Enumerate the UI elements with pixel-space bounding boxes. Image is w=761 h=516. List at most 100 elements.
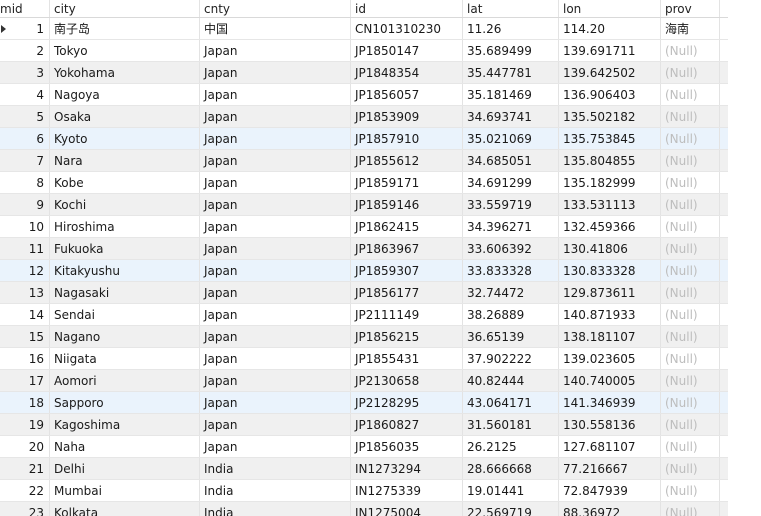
table-row[interactable]: 21 Delhi India IN1273294 28.666668 77.216667(… bbox=[0, 458, 728, 480]
cell-id[interactable]: JP1856177 bbox=[351, 282, 463, 303]
cell-city[interactable]: Kyoto bbox=[50, 128, 200, 149]
cell-lon[interactable]: 138.181107 bbox=[559, 326, 661, 347]
cell-id[interactable]: IN1273294 bbox=[351, 458, 463, 479]
cell-mid[interactable]: 9 bbox=[0, 194, 50, 215]
cell-prov[interactable]: (Null) bbox=[661, 172, 720, 193]
table-row[interactable]: 16 Niigata Japan JP1855431 37.902222 139.0236… bbox=[0, 348, 728, 370]
cell-mid[interactable]: 17 bbox=[0, 370, 50, 391]
cell-mid[interactable]: 7 bbox=[0, 150, 50, 171]
cell-lon[interactable]: 129.873611 bbox=[559, 282, 661, 303]
cell-prov[interactable]: (Null) bbox=[661, 414, 720, 435]
column-header-id[interactable]: id bbox=[351, 0, 463, 17]
cell-lat[interactable]: 11.26 bbox=[463, 18, 559, 39]
cell-cnty[interactable]: India bbox=[200, 480, 351, 501]
cell-id[interactable]: JP1856057 bbox=[351, 84, 463, 105]
cell-city[interactable]: 南子岛 bbox=[50, 18, 200, 39]
cell-cnty[interactable]: Japan bbox=[200, 282, 351, 303]
cell-city[interactable]: Sendai bbox=[50, 304, 200, 325]
table-row[interactable]: 18 Sapporo Japan JP2128295 43.064171 141.3469… bbox=[0, 392, 728, 414]
cell-prov[interactable]: (Null) bbox=[661, 458, 720, 479]
table-row[interactable]: 17 Aomori Japan JP2130658 40.82444 140.740005… bbox=[0, 370, 728, 392]
cell-lon[interactable]: 130.41806 bbox=[559, 238, 661, 259]
cell-prov[interactable]: (Null) bbox=[661, 194, 720, 215]
cell-mid[interactable]: 1 bbox=[0, 18, 50, 39]
table-row[interactable]: 23 Kolkata India IN1275004 22.569719 88.36972… bbox=[0, 502, 728, 516]
cell-city[interactable]: Yokohama bbox=[50, 62, 200, 83]
cell-cnty[interactable]: Japan bbox=[200, 216, 351, 237]
cell-mid[interactable]: 16 bbox=[0, 348, 50, 369]
cell-city[interactable]: Hiroshima bbox=[50, 216, 200, 237]
cell-lon[interactable]: 135.804855 bbox=[559, 150, 661, 171]
cell-lat[interactable]: 33.606392 bbox=[463, 238, 559, 259]
cell-cnty[interactable]: Japan bbox=[200, 348, 351, 369]
cell-mid[interactable]: 2 bbox=[0, 40, 50, 61]
cell-prov[interactable]: (Null) bbox=[661, 304, 720, 325]
table-row[interactable]: 1 南子岛 中国 CN101310230 11.26 114.20 海南 bbox=[0, 18, 728, 40]
cell-prov[interactable]: (Null) bbox=[661, 348, 720, 369]
cell-lon[interactable]: 135.182999 bbox=[559, 172, 661, 193]
cell-city[interactable]: Osaka bbox=[50, 106, 200, 127]
cell-lon[interactable]: 77.216667 bbox=[559, 458, 661, 479]
cell-id[interactable]: JP1860827 bbox=[351, 414, 463, 435]
cell-prov[interactable]: (Null) bbox=[661, 260, 720, 281]
cell-mid[interactable]: 18 bbox=[0, 392, 50, 413]
cell-id[interactable]: JP1862415 bbox=[351, 216, 463, 237]
cell-prov[interactable]: (Null) bbox=[661, 238, 720, 259]
cell-city[interactable]: Naha bbox=[50, 436, 200, 457]
table-row[interactable]: 11 Fukuoka Japan JP1863967 33.606392 130.4180… bbox=[0, 238, 728, 260]
cell-id[interactable]: CN101310230 bbox=[351, 18, 463, 39]
cell-city[interactable]: Fukuoka bbox=[50, 238, 200, 259]
cell-prov[interactable]: (Null) bbox=[661, 106, 720, 127]
cell-prov[interactable]: (Null) bbox=[661, 84, 720, 105]
cell-lat[interactable]: 33.559719 bbox=[463, 194, 559, 215]
column-header-mid[interactable]: mid bbox=[0, 0, 50, 17]
cell-id[interactable]: JP1857910 bbox=[351, 128, 463, 149]
cell-mid[interactable]: 12 bbox=[0, 260, 50, 281]
cell-cnty[interactable]: Japan bbox=[200, 370, 351, 391]
cell-lon[interactable]: 127.681107 bbox=[559, 436, 661, 457]
cell-mid[interactable]: 21 bbox=[0, 458, 50, 479]
cell-prov[interactable]: (Null) bbox=[661, 62, 720, 83]
cell-lat[interactable]: 22.569719 bbox=[463, 502, 559, 516]
cell-lon[interactable]: 139.642502 bbox=[559, 62, 661, 83]
cell-mid[interactable]: 13 bbox=[0, 282, 50, 303]
cell-mid[interactable]: 20 bbox=[0, 436, 50, 457]
cell-city[interactable]: Tokyo bbox=[50, 40, 200, 61]
cell-mid[interactable]: 10 bbox=[0, 216, 50, 237]
table-row[interactable]: 10 Hiroshima Japan JP1862415 34.396271 132.45… bbox=[0, 216, 728, 238]
table-row[interactable]: 6 Kyoto Japan JP1857910 35.021069 135.753845(… bbox=[0, 128, 728, 150]
cell-cnty[interactable]: Japan bbox=[200, 40, 351, 61]
cell-id[interactable]: JP1853909 bbox=[351, 106, 463, 127]
cell-cnty[interactable]: Japan bbox=[200, 414, 351, 435]
column-header-cnty[interactable]: cnty bbox=[200, 0, 351, 17]
cell-lon[interactable]: 135.753845 bbox=[559, 128, 661, 149]
cell-lat[interactable]: 35.021069 bbox=[463, 128, 559, 149]
column-header-lat[interactable]: lat bbox=[463, 0, 559, 17]
cell-id[interactable]: JP1859171 bbox=[351, 172, 463, 193]
cell-city[interactable]: Kochi bbox=[50, 194, 200, 215]
table-row[interactable]: 19 Kagoshima Japan JP1860827 31.560181 130.55… bbox=[0, 414, 728, 436]
cell-lat[interactable]: 28.666668 bbox=[463, 458, 559, 479]
column-header-city[interactable]: city bbox=[50, 0, 200, 17]
cell-id[interactable]: JP1850147 bbox=[351, 40, 463, 61]
cell-lon[interactable]: 88.36972 bbox=[559, 502, 661, 516]
cell-cnty[interactable]: Japan bbox=[200, 436, 351, 457]
cell-city[interactable]: Nagoya bbox=[50, 84, 200, 105]
cell-mid[interactable]: 22 bbox=[0, 480, 50, 501]
cell-city[interactable]: Delhi bbox=[50, 458, 200, 479]
cell-city[interactable]: Kobe bbox=[50, 172, 200, 193]
cell-lat[interactable]: 40.82444 bbox=[463, 370, 559, 391]
table-row[interactable]: 20 Naha Japan JP1856035 26.2125 127.681107 (Nu… bbox=[0, 436, 728, 458]
cell-mid[interactable]: 14 bbox=[0, 304, 50, 325]
cell-mid[interactable]: 6 bbox=[0, 128, 50, 149]
cell-lat[interactable]: 26.2125 bbox=[463, 436, 559, 457]
cell-city[interactable]: Aomori bbox=[50, 370, 200, 391]
table-row[interactable]: 15 Nagano Japan JP1856215 36.65139 138.181107… bbox=[0, 326, 728, 348]
cell-cnty[interactable]: Japan bbox=[200, 194, 351, 215]
cell-mid[interactable]: 23 bbox=[0, 502, 50, 516]
cell-prov[interactable]: 海南 bbox=[661, 18, 720, 39]
cell-prov[interactable]: (Null) bbox=[661, 40, 720, 61]
cell-prov[interactable]: (Null) bbox=[661, 216, 720, 237]
cell-id[interactable]: JP2130658 bbox=[351, 370, 463, 391]
cell-prov[interactable]: (Null) bbox=[661, 392, 720, 413]
